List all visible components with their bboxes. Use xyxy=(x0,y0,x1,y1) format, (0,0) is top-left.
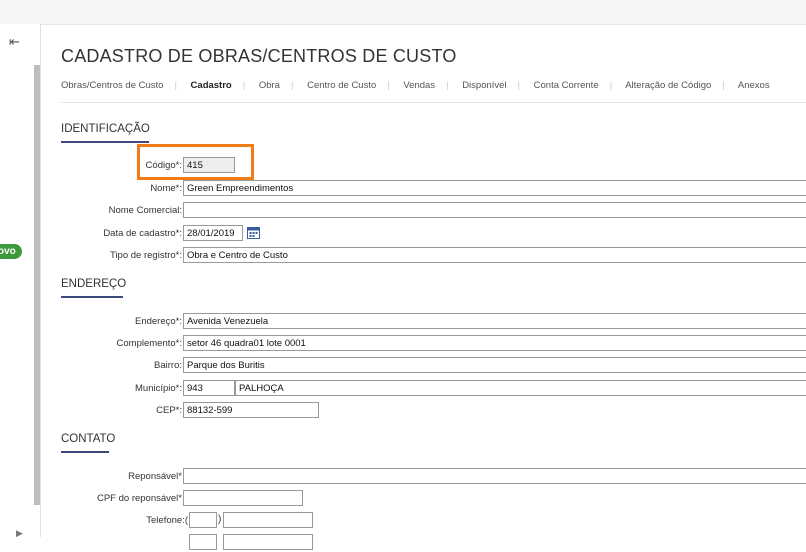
nome-field[interactable]: Green Empreendimentos xyxy=(183,180,806,196)
tab-centro-de-custo[interactable]: Centro de Custo xyxy=(307,80,376,91)
tab-alteracao-codigo[interactable]: Alteração de Código xyxy=(625,80,711,91)
endereco-field[interactable]: Avenida Venezuela xyxy=(183,313,806,329)
row-bairro: Bairro: Parque dos Buritis xyxy=(41,357,806,375)
codigo-label: Código*: xyxy=(145,160,182,171)
tab-cadastro[interactable]: Cadastro xyxy=(191,80,232,91)
row-municipio: Município*: 943 PALHOÇA xyxy=(41,380,806,398)
telefone-ddd-field[interactable] xyxy=(189,512,217,528)
tab-vendas[interactable]: Vendas xyxy=(403,80,435,91)
municipio-name-field[interactable]: PALHOÇA xyxy=(235,380,806,396)
cep-field[interactable]: 88132-599 xyxy=(183,402,319,418)
row-codigo: Código*: 415 xyxy=(41,157,806,175)
telefone-2-numero-field[interactable] xyxy=(223,534,313,550)
tab-bar: Obras/Centros de Custo | Cadastro | Obra | … xyxy=(61,80,770,91)
municipio-label: Município*: xyxy=(135,383,182,394)
cpf-responsavel-label: CPF do reponsável* xyxy=(96,493,182,504)
tab-obra[interactable]: Obra xyxy=(259,80,280,91)
telefone-label: Telefone:( xyxy=(146,515,188,526)
endereco-label: Endereço*: xyxy=(134,316,182,327)
sidebar-scrollbar[interactable] xyxy=(34,65,40,505)
row-nome-comercial: Nome Comercial: xyxy=(41,202,806,220)
sidebar: ⇤ ovo ▶ xyxy=(0,24,41,539)
responsavel-label: Reponsável* xyxy=(128,471,182,482)
nome-comercial-field[interactable] xyxy=(183,202,806,218)
row-telefone: Telefone:( ) xyxy=(41,512,806,530)
section-endereco: ENDEREÇO xyxy=(61,278,127,298)
tab-obras-centros[interactable]: Obras/Centros de Custo xyxy=(61,80,163,91)
row-responsavel: Reponsável* xyxy=(41,468,806,486)
tab-conta-corrente[interactable]: Conta Corrente xyxy=(534,80,599,91)
collapse-sidebar-icon[interactable]: ⇤ xyxy=(9,34,20,50)
section-underline xyxy=(61,141,149,143)
section-heading: CONTATO xyxy=(61,433,116,445)
row-complemento: Complemento*: setor 46 quadra01 lote 000… xyxy=(41,335,806,353)
codigo-field[interactable]: 415 xyxy=(183,157,235,173)
page-title: CADASTRO DE OBRAS/CENTROS DE CUSTO xyxy=(61,46,457,66)
complemento-label: Complemento*: xyxy=(116,338,182,349)
data-cadastro-field[interactable]: 28/01/2019 xyxy=(183,225,243,241)
section-contato: CONTATO xyxy=(61,433,116,453)
complemento-field[interactable]: setor 46 quadra01 lote 0001 xyxy=(183,335,806,351)
section-identificacao: IDENTIFICAÇÃO xyxy=(61,123,150,143)
responsavel-field[interactable] xyxy=(183,468,806,484)
tipo-registro-field[interactable]: Obra e Centro de Custo xyxy=(183,247,806,263)
section-underline xyxy=(61,451,109,453)
row-tipo-registro: Tipo de registro*: Obra e Centro de Cust… xyxy=(41,247,806,265)
divider xyxy=(61,102,806,103)
bairro-field[interactable]: Parque dos Buritis xyxy=(183,357,806,373)
section-heading: IDENTIFICAÇÃO xyxy=(61,123,150,135)
row-cpf-responsavel: CPF do reponsável* xyxy=(41,490,806,508)
nome-label: Nome*: xyxy=(150,183,182,194)
novo-badge[interactable]: ovo xyxy=(0,244,22,259)
row-nome: Nome*: Green Empreendimentos xyxy=(41,180,806,198)
row-cep: CEP*: 88132-599 xyxy=(41,402,806,420)
top-bar xyxy=(0,0,806,25)
tipo-registro-label: Tipo de registro*: xyxy=(110,250,182,261)
section-heading: ENDEREÇO xyxy=(61,278,127,290)
tab-anexos[interactable]: Anexos xyxy=(738,80,770,91)
section-underline xyxy=(61,296,123,298)
telefone-numero-field[interactable] xyxy=(223,512,313,528)
municipio-code-field[interactable]: 943 xyxy=(183,380,235,396)
cpf-responsavel-field[interactable] xyxy=(183,490,303,506)
row-endereco: Endereço*: Avenida Venezuela xyxy=(41,313,806,331)
nome-comercial-label: Nome Comercial: xyxy=(108,205,182,216)
tab-disponivel[interactable]: Disponível xyxy=(462,80,506,91)
data-cadastro-label: Data de cadastro*: xyxy=(103,228,182,239)
bairro-label: Bairro: xyxy=(154,360,182,371)
cep-label: CEP*: xyxy=(156,405,182,416)
calendar-icon[interactable] xyxy=(247,226,260,239)
row-data-cadastro: Data de cadastro*: 28/01/2019 xyxy=(41,225,806,243)
telefone-paren-close: ) xyxy=(218,514,222,525)
main-content: CADASTRO DE OBRAS/CENTROS DE CUSTO Obras… xyxy=(41,25,806,550)
telefone-2-ddd-field[interactable] xyxy=(189,534,217,550)
scroll-down-icon[interactable]: ▶ xyxy=(16,528,23,539)
